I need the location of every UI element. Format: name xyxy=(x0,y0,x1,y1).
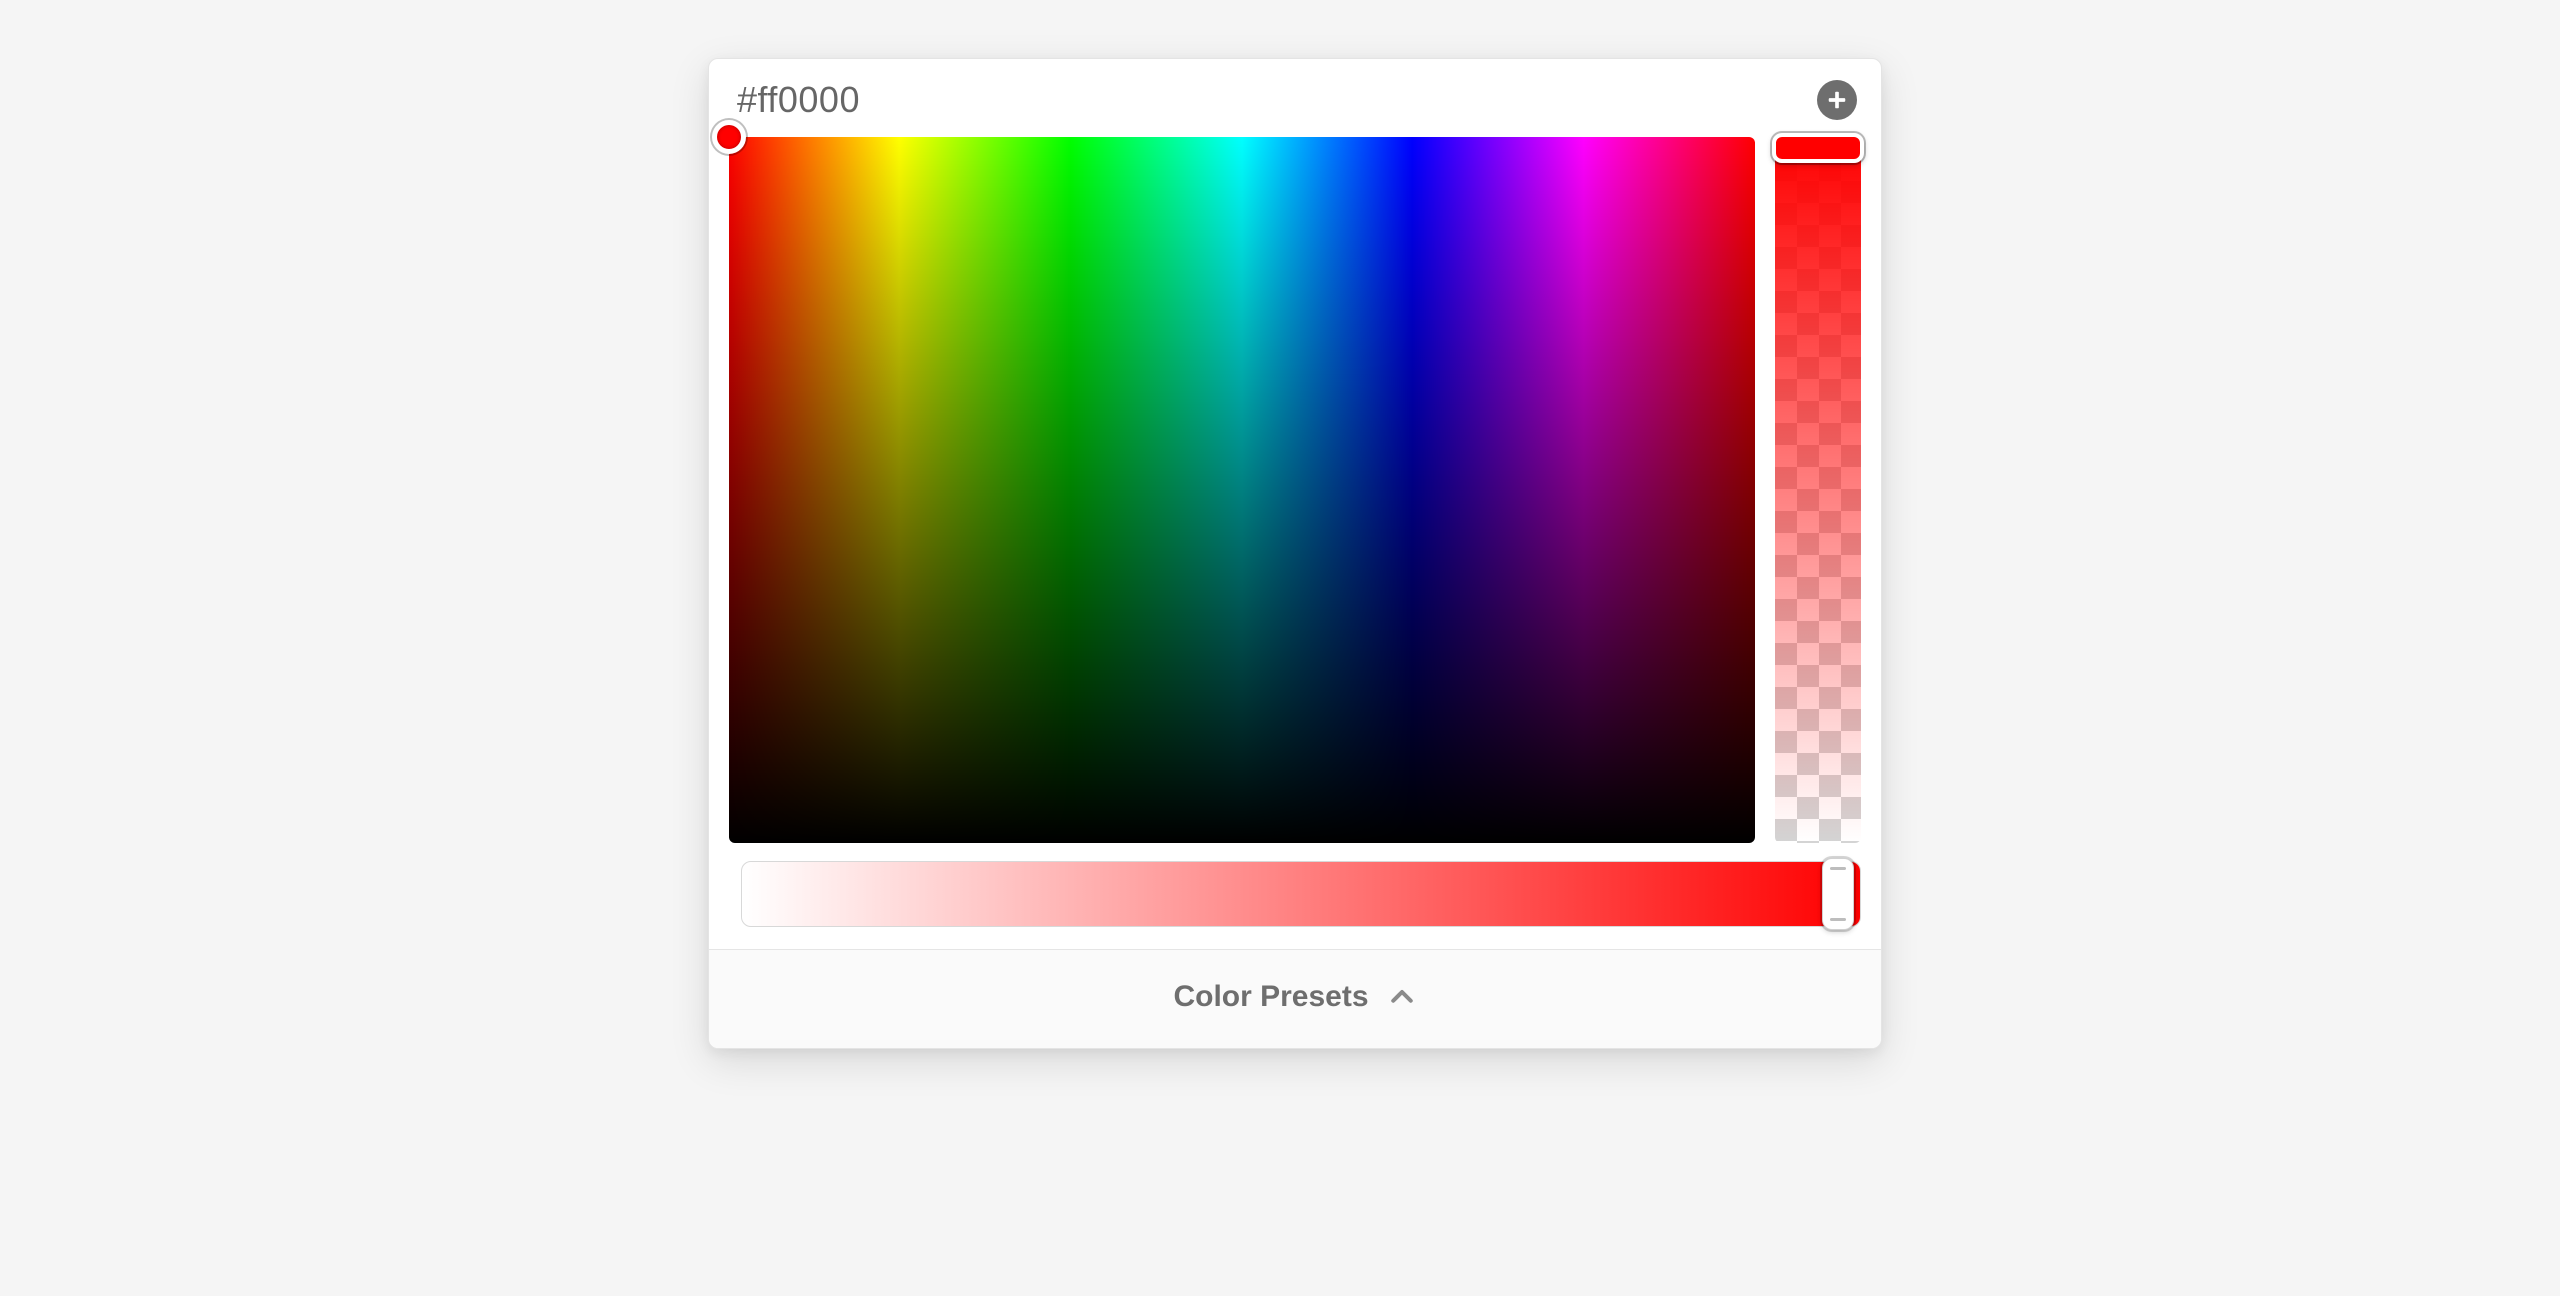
spectrum-handle[interactable] xyxy=(712,120,746,154)
hex-input[interactable] xyxy=(737,79,1137,121)
presets-label: Color Presets xyxy=(1173,980,1368,1014)
alpha-gradient xyxy=(1775,137,1861,843)
saturation-slider[interactable] xyxy=(741,861,1861,927)
saturation-slider-row xyxy=(709,843,1881,949)
picker-body xyxy=(709,137,1881,843)
picker-header xyxy=(709,59,1881,137)
saturation-handle[interactable] xyxy=(1822,858,1854,930)
alpha-track[interactable] xyxy=(1775,137,1861,843)
alpha-handle[interactable] xyxy=(1772,133,1864,163)
plus-icon xyxy=(1826,89,1848,111)
chevron-up-icon xyxy=(1387,982,1417,1012)
color-picker-panel: Color Presets xyxy=(708,58,1882,1049)
spectrum-area[interactable] xyxy=(729,137,1755,843)
spectrum-canvas[interactable] xyxy=(729,137,1755,843)
alpha-slider[interactable] xyxy=(1775,137,1861,843)
presets-toggle[interactable]: Color Presets xyxy=(709,949,1881,1048)
add-preset-button[interactable] xyxy=(1817,80,1857,120)
